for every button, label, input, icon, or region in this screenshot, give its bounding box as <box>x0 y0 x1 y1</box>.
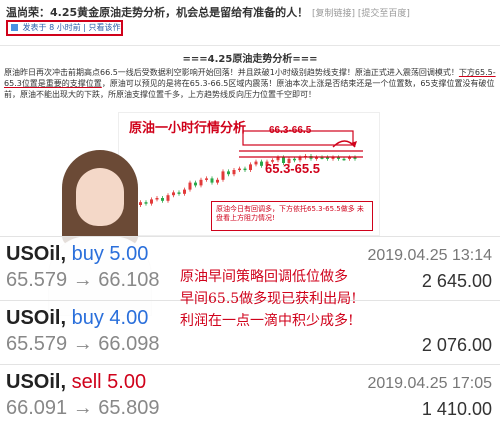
presenter-face <box>76 168 124 226</box>
trade-open-price: 65.579 <box>6 269 68 291</box>
trade-lots: 4.00 <box>109 307 149 329</box>
trade-close-price: 65.809 <box>98 397 160 419</box>
overlay-line-3: 利润在一点一滴中积少成多! <box>180 313 354 329</box>
trade-lots: 5.00 <box>107 371 147 393</box>
lower-zone-label: 65.3-65.5 <box>265 161 320 176</box>
section-title: ===4.25原油走势分析=== <box>182 54 318 65</box>
candlesticks <box>139 154 357 207</box>
trade-prices: 66.091 → 65.809 <box>6 397 159 420</box>
trade-close-price: 66.098 <box>98 333 160 355</box>
trade-symbol-name: USOil, <box>6 307 67 329</box>
chart-note: 原油今日有回调多，下方依托65.3-65.5做多 未盘看上方阻力情况! <box>211 201 373 231</box>
post-title-tags[interactable]: [复制链接] [提交至百度] <box>312 9 410 19</box>
trade-open-price: 65.579 <box>6 333 68 355</box>
strategy-overlay: 原油早间策略回调低位做多 早间65.5做多现已获利出局! 利润在一点一滴中积少成… <box>180 266 420 332</box>
trade-profit: 2 645.00 <box>421 271 492 291</box>
chart-title: 原油一小时行情分析 <box>129 121 247 136</box>
author-icon <box>11 24 18 31</box>
trade-close-price: 66.108 <box>98 269 160 291</box>
post-title: 温尚荣：4.25黄金原油走势分析，机会总是留给有准备的人！ [复制链接] [提交… <box>6 4 494 20</box>
trade-prices: 65.579 → 66.108 <box>6 269 159 292</box>
post-meta-text[interactable]: 发表于 8 小时前 | 只看该作者 ▶ <box>23 23 121 32</box>
arrow-right-icon: → <box>72 269 93 291</box>
overlay-line-1: 原油早间策略回调低位做多 <box>180 269 348 285</box>
trade-open-price: 66.091 <box>6 397 68 419</box>
trade-profit: 1 410.00 <box>421 399 492 419</box>
trade-date: 2019.04.25 13:14 <box>367 247 492 264</box>
trade-lots: 5.00 <box>109 243 149 265</box>
trade-row[interactable]: USOil, sell 5.00 66.091 → 65.809 2019.04… <box>0 364 500 428</box>
post-header: 温尚荣：4.25黄金原油走势分析，机会总是留给有准备的人！ [复制链接] [提交… <box>0 0 500 46</box>
trade-symbol: USOil, buy 5.00 <box>6 243 148 266</box>
trade-date: 2019.04.25 17:05 <box>367 375 492 392</box>
post-title-text: 温尚荣：4.25黄金原油走势分析，机会总是留给有准备的人！ <box>6 6 309 19</box>
arrow-right-icon: → <box>72 397 93 419</box>
post-meta[interactable]: 发表于 8 小时前 | 只看该作者 ▶ <box>6 20 123 36</box>
trade-side: sell <box>71 371 102 393</box>
trade-symbol-name: USOil, <box>6 371 67 393</box>
forecast-arrow <box>332 140 356 148</box>
trade-symbol: USOil, sell 5.00 <box>6 371 146 394</box>
article-body: 原油昨日再次冲击前期高点66.5一线后受数据利空影响开始回落！并且跌破1小时级别… <box>4 67 496 100</box>
trade-side: buy <box>71 243 104 265</box>
upper-zone-label: 66.3-66.5 <box>269 125 312 136</box>
arrow-right-icon: → <box>72 333 93 355</box>
trade-symbol-name: USOil, <box>6 243 67 265</box>
trade-side: buy <box>71 307 104 329</box>
article-text-1: 原油昨日再次冲击前期高点66.5一线后受数据利空影响开始回落！并且跌破1小时级别… <box>4 68 459 77</box>
trade-symbol: USOil, buy 4.00 <box>6 307 148 330</box>
trade-prices: 65.579 → 66.098 <box>6 333 159 356</box>
trade-profit: 2 076.00 <box>421 335 492 355</box>
overlay-line-2: 早间65.5做多现已获利出局! <box>180 291 357 307</box>
